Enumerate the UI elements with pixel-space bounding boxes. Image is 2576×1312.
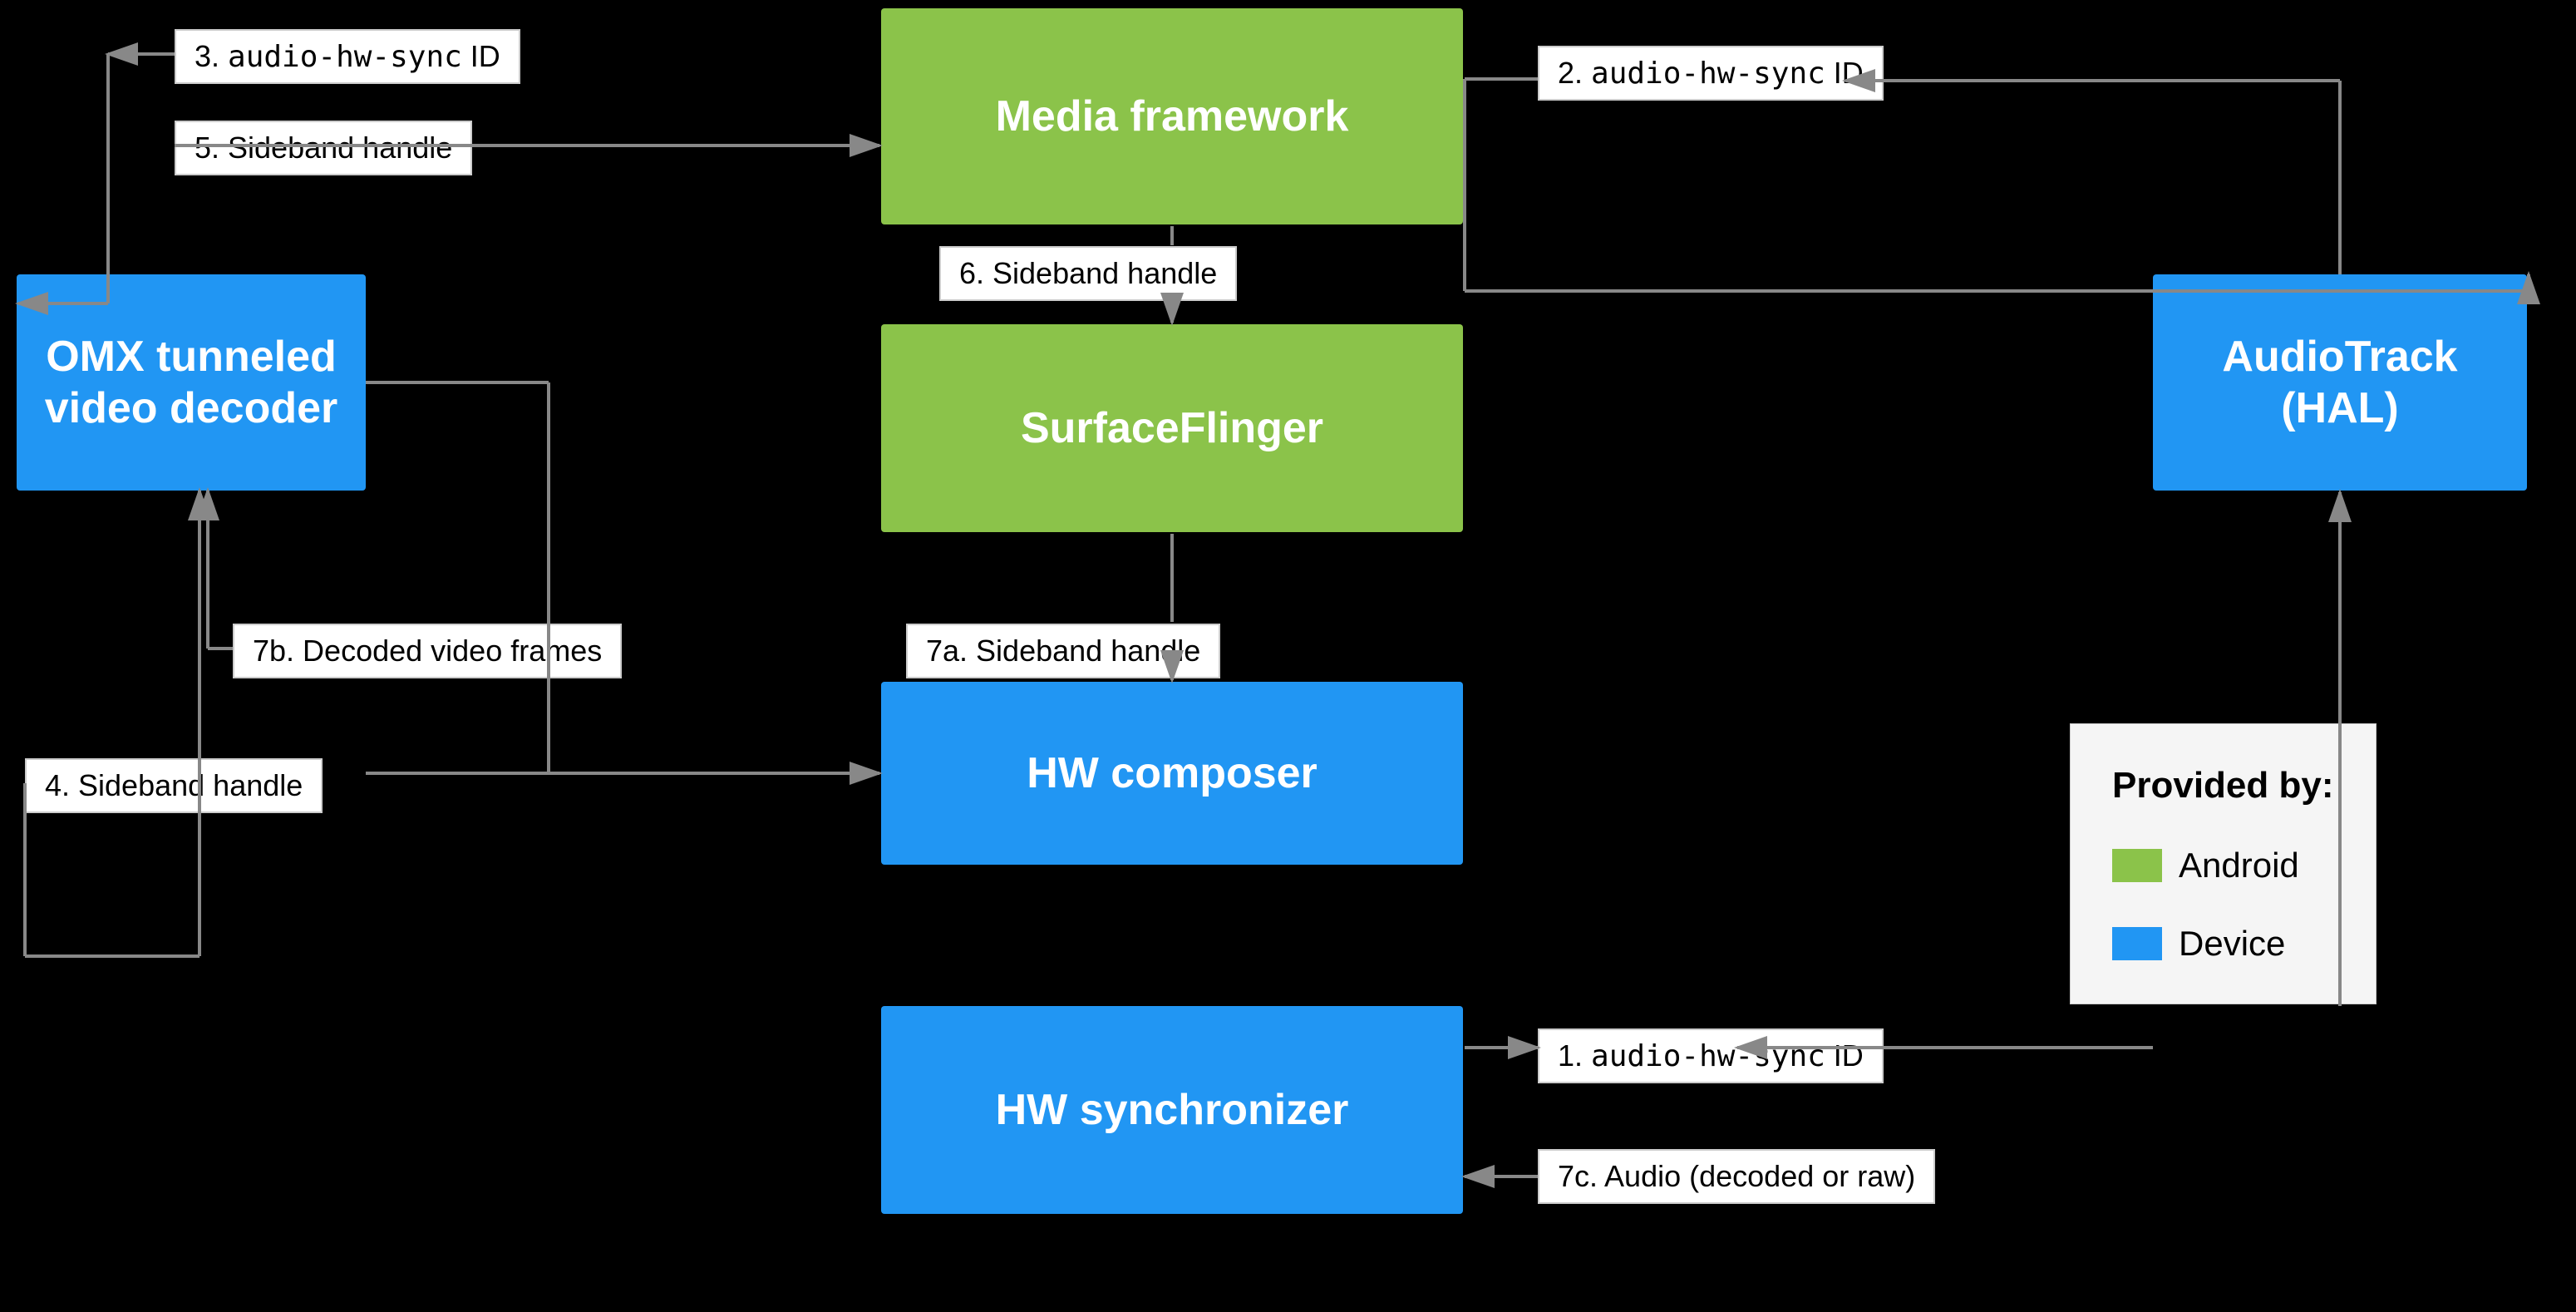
audio-track-label: AudioTrack (HAL) [2222,331,2457,435]
label-7c-text: 7c. Audio (decoded or raw) [1558,1159,1915,1193]
surface-flinger-label: SurfaceFlinger [1021,402,1323,454]
hw-composer-block: HW composer [881,682,1463,865]
media-framework-label: Media framework [996,91,1349,142]
legend-label-android: Android [2179,831,2299,900]
hw-sync-label: HW synchronizer [996,1084,1349,1136]
label-4-text: 4. Sideband handle [45,768,303,802]
omx-decoder-block: OMX tunneled video decoder [17,274,366,491]
label-5: 5. Sideband handle [175,121,472,175]
legend-item-device: Device [2112,909,2334,979]
label-3: 3. audio-hw-sync ID [175,29,520,84]
media-framework-block: Media framework [881,8,1463,224]
label-2-text: 2. audio-hw-sync ID [1558,56,1864,90]
label-7c: 7c. Audio (decoded or raw) [1538,1149,1935,1204]
label-1: 1. audio-hw-sync ID [1538,1028,1884,1083]
hw-composer-label: HW composer [1027,747,1318,799]
legend-swatch-android [2112,849,2162,882]
label-7a-text: 7a. Sideband handle [926,634,1200,668]
legend-label-device: Device [2179,909,2285,979]
label-5-text: 5. Sideband handle [195,131,452,165]
label-6: 6. Sideband handle [939,246,1237,301]
label-1-text: 1. audio-hw-sync ID [1558,1038,1864,1073]
surface-flinger-block: SurfaceFlinger [881,324,1463,532]
omx-decoder-label: OMX tunneled video decoder [45,331,338,435]
label-4: 4. Sideband handle [25,758,323,813]
label-6-text: 6. Sideband handle [959,256,1217,290]
legend: Provided by: Android Device [2070,723,2377,1004]
audio-track-block: AudioTrack (HAL) [2153,274,2527,491]
hw-sync-block: HW synchronizer [881,1006,1463,1214]
label-7a: 7a. Sideband handle [906,624,1220,678]
label-2: 2. audio-hw-sync ID [1538,46,1884,101]
label-3-text: 3. audio-hw-sync ID [195,39,500,73]
legend-item-android: Android [2112,831,2334,900]
legend-title: Provided by: [2112,749,2334,822]
label-7b: 7b. Decoded video frames [233,624,622,678]
label-7b-text: 7b. Decoded video frames [253,634,602,668]
legend-swatch-device [2112,927,2162,960]
